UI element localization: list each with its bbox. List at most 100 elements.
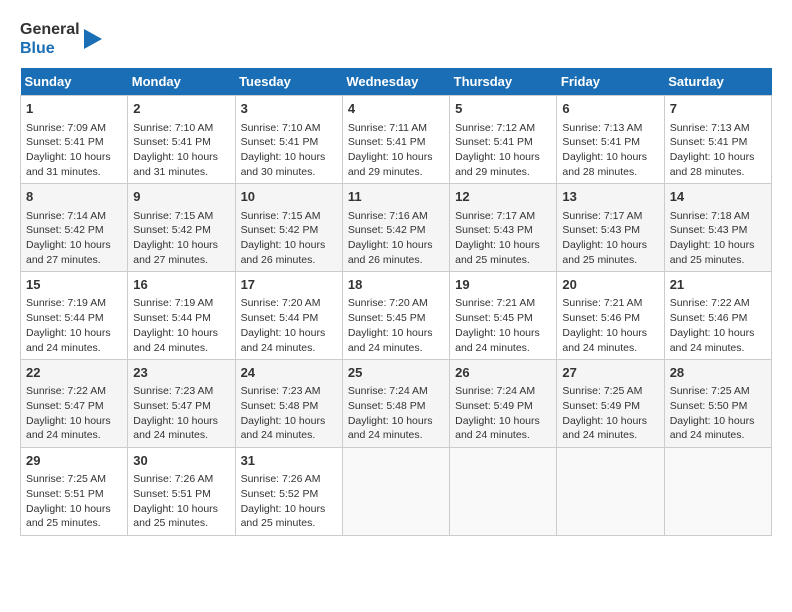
calendar-cell: 6Sunrise: 7:13 AMSunset: 5:41 PMDaylight…: [557, 96, 664, 184]
calendar-cell: 17Sunrise: 7:20 AMSunset: 5:44 PMDayligh…: [235, 272, 342, 360]
sunset-text: Sunset: 5:44 PM: [241, 312, 319, 324]
calendar-cell: 22Sunrise: 7:22 AMSunset: 5:47 PMDayligh…: [21, 360, 128, 448]
sunrise-text: Sunrise: 7:25 AM: [670, 385, 750, 397]
daylight-text: Daylight: 10 hours and 24 minutes.: [455, 327, 540, 354]
sunset-text: Sunset: 5:44 PM: [133, 312, 211, 324]
sunrise-text: Sunrise: 7:17 AM: [455, 210, 535, 222]
calendar-week-row: 15 Sunrise: 7:19 AM Sunset: 5:44 PM Dayligh…: [21, 272, 772, 360]
daylight-text: Daylight: 10 hours and 27 minutes.: [133, 239, 218, 266]
sunset-text: Sunset: 5:45 PM: [455, 312, 533, 324]
day-number: 30: [133, 452, 229, 470]
sunset-text: Sunset: 5:42 PM: [348, 224, 426, 236]
sunset-text: Sunset: 5:44 PM: [26, 312, 104, 324]
logo: GeneralBlue: [20, 20, 104, 58]
calendar-cell: 30Sunrise: 7:26 AMSunset: 5:51 PMDayligh…: [128, 448, 235, 536]
day-header-sunday: Sunday: [21, 68, 128, 96]
daylight-text: Daylight: 10 hours and 24 minutes.: [348, 415, 433, 442]
day-number: 3: [241, 100, 337, 118]
sunrise-text: Sunrise: 7:10 AM: [241, 122, 321, 134]
day-number: 24: [241, 364, 337, 382]
sunrise-text: Sunrise: 7:15 AM: [133, 210, 213, 222]
calendar-cell: 20Sunrise: 7:21 AMSunset: 5:46 PMDayligh…: [557, 272, 664, 360]
sunrise-text: Sunrise: 7:25 AM: [562, 385, 642, 397]
daylight-text: Daylight: 10 hours and 24 minutes.: [26, 415, 111, 442]
daylight-text: Daylight: 10 hours and 24 minutes.: [670, 327, 755, 354]
calendar-cell: 1Sunrise: 7:09 AMSunset: 5:41 PMDaylight…: [21, 96, 128, 184]
daylight-text: Daylight: 10 hours and 30 minutes.: [241, 151, 326, 178]
sunrise-text: Sunrise: 7:12 AM: [455, 122, 535, 134]
sunrise-text: Sunrise: 7:18 AM: [670, 210, 750, 222]
calendar-week-row: 29Sunrise: 7:25 AMSunset: 5:51 PMDayligh…: [21, 448, 772, 536]
day-header-tuesday: Tuesday: [235, 68, 342, 96]
daylight-text: Daylight: 10 hours and 24 minutes.: [241, 415, 326, 442]
calendar-week-row: 22Sunrise: 7:22 AMSunset: 5:47 PMDayligh…: [21, 360, 772, 448]
sunset-text: Sunset: 5:42 PM: [133, 224, 211, 236]
logo-arrow-icon: [84, 24, 104, 54]
sunrise-text: Sunrise: 7:24 AM: [455, 385, 535, 397]
day-number: 9: [133, 188, 229, 206]
day-number: 20: [562, 276, 658, 294]
page-header: GeneralBlue: [20, 20, 772, 58]
calendar-cell: 13Sunrise: 7:17 AMSunset: 5:43 PMDayligh…: [557, 184, 664, 272]
sunset-text: Sunset: 5:43 PM: [455, 224, 533, 236]
daylight-text: Daylight: 10 hours and 24 minutes.: [133, 415, 218, 442]
day-number: 28: [670, 364, 766, 382]
day-number: 15: [26, 276, 122, 294]
sunset-text: Sunset: 5:51 PM: [26, 488, 104, 500]
sunset-text: Sunset: 5:46 PM: [670, 312, 748, 324]
calendar-cell: 27 Sunrise: 7:25 AM Sunset: 5:49 PM Dayligh…: [557, 360, 664, 448]
daylight-text: Daylight: 10 hours and 28 minutes.: [562, 151, 647, 178]
calendar-cell: 14Sunrise: 7:18 AMSunset: 5:43 PMDayligh…: [664, 184, 771, 272]
sunrise-text: Sunrise: 7:26 AM: [133, 473, 213, 485]
day-number: 16: [133, 276, 229, 294]
daylight-text: Daylight: 10 hours and 25 minutes.: [133, 503, 218, 530]
sunrise-text: Sunrise: 7:23 AM: [133, 385, 213, 397]
day-number: 27: [562, 364, 658, 382]
calendar-cell: [557, 448, 664, 536]
day-number: 22: [26, 364, 122, 382]
calendar-cell: 15Sunrise: 7:19 AMSunset: 5:44 PMDayligh…: [21, 272, 128, 360]
logo-text-block: GeneralBlue: [20, 20, 80, 58]
daylight-text: Daylight: 10 hours and 24 minutes.: [241, 327, 326, 354]
calendar-cell: 25Sunrise: 7:24 AMSunset: 5:48 PMDayligh…: [342, 360, 449, 448]
day-number: 7: [670, 100, 766, 118]
day-header-saturday: Saturday: [664, 68, 771, 96]
daylight-text: Daylight: 10 hours and 29 minutes.: [455, 151, 540, 178]
sunset-text: Sunset: 5:52 PM: [241, 488, 319, 500]
sunrise-text: Sunrise: 7:19 AM: [133, 297, 213, 309]
day-number: 13: [562, 188, 658, 206]
sunset-text: Sunset: 5:41 PM: [562, 136, 640, 148]
day-header-thursday: Thursday: [450, 68, 557, 96]
day-number: 21: [670, 276, 766, 294]
day-header-monday: Monday: [128, 68, 235, 96]
sunset-text: Sunset: 5:46 PM: [562, 312, 640, 324]
sunrise-text: Sunrise: 7:21 AM: [562, 297, 642, 309]
sunset-text: Sunset: 5:42 PM: [26, 224, 104, 236]
sunrise-text: Sunrise: 7:24 AM: [348, 385, 428, 397]
logo-container: GeneralBlue: [20, 20, 104, 58]
sunset-text: Sunset: 5:49 PM: [562, 400, 640, 412]
sunset-text: Sunset: 5:41 PM: [241, 136, 319, 148]
sunrise-text: Sunrise: 7:21 AM: [455, 297, 535, 309]
calendar-table: SundayMondayTuesdayWednesdayThursdayFrid…: [20, 68, 772, 536]
calendar-cell: 19Sunrise: 7:21 AMSunset: 5:45 PMDayligh…: [450, 272, 557, 360]
calendar-cell: 10Sunrise: 7:15 AMSunset: 5:42 PMDayligh…: [235, 184, 342, 272]
sunrise-text: Sunrise: 7:13 AM: [670, 122, 750, 134]
sunrise-text: Sunrise: 7:20 AM: [348, 297, 428, 309]
day-number: 2: [133, 100, 229, 118]
day-number: 1: [26, 100, 122, 118]
daylight-text: Daylight: 10 hours and 25 minutes.: [241, 503, 326, 530]
calendar-cell: 16 Sunrise: 7:19 AM Sunset: 5:44 PM Dayligh…: [128, 272, 235, 360]
calendar-cell: 21Sunrise: 7:22 AMSunset: 5:46 PMDayligh…: [664, 272, 771, 360]
calendar-cell: 7Sunrise: 7:13 AMSunset: 5:41 PMDaylight…: [664, 96, 771, 184]
daylight-text: Daylight: 10 hours and 24 minutes.: [562, 415, 647, 442]
sunset-text: Sunset: 5:43 PM: [562, 224, 640, 236]
day-number: 10: [241, 188, 337, 206]
daylight-text: Daylight: 10 hours and 24 minutes.: [133, 327, 218, 354]
sunset-text: Sunset: 5:45 PM: [348, 312, 426, 324]
sunset-text: Sunset: 5:43 PM: [670, 224, 748, 236]
daylight-text: Daylight: 10 hours and 31 minutes.: [26, 151, 111, 178]
calendar-cell: 12Sunrise: 7:17 AMSunset: 5:43 PMDayligh…: [450, 184, 557, 272]
calendar-cell: 28Sunrise: 7:25 AMSunset: 5:50 PMDayligh…: [664, 360, 771, 448]
sunset-text: Sunset: 5:48 PM: [348, 400, 426, 412]
